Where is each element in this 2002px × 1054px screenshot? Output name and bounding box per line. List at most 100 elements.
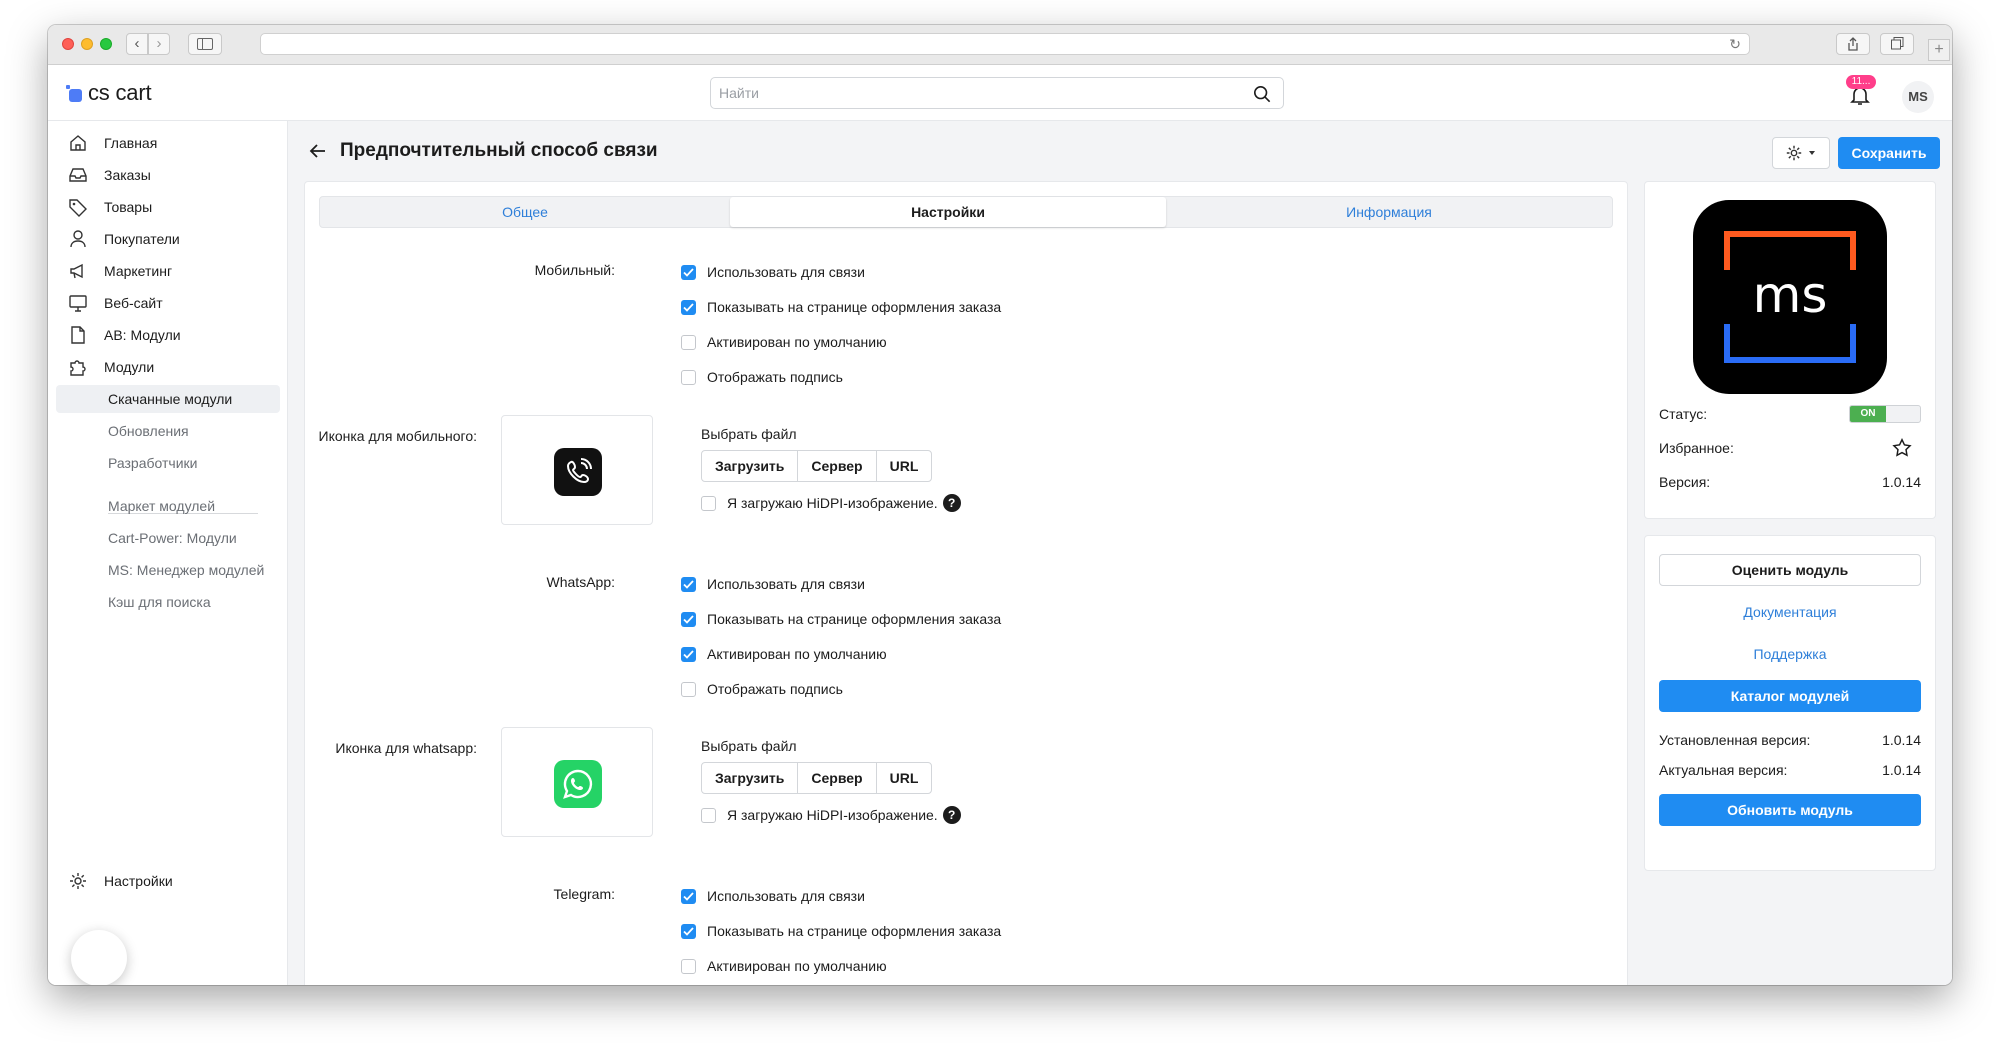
browser-back-button[interactable]: ‹ <box>126 33 148 55</box>
app-header: cs cart 11... MS <box>48 65 1952 121</box>
sidebar-item-modules[interactable]: Модули <box>56 353 280 381</box>
tab-general[interactable]: Общее <box>320 197 730 227</box>
arrow-left-icon[interactable] <box>308 141 328 161</box>
checkmark-icon <box>683 302 694 312</box>
whatsapp-icon-label: Иконка для whatsapp: <box>335 740 477 756</box>
checkbox-unchecked[interactable] <box>681 369 696 385</box>
browser-forward-button[interactable]: › <box>148 33 170 55</box>
whatsapp-upload-buttons: Загрузить Сервер URL <box>701 762 933 794</box>
sidebar-item-settings[interactable]: Настройки <box>56 867 280 895</box>
share-button[interactable] <box>1836 33 1870 55</box>
checkbox-checked[interactable] <box>681 264 696 280</box>
checkbox-checked[interactable] <box>681 611 696 627</box>
telegram-label: Telegram: <box>553 886 615 902</box>
sidebar-item-customers[interactable]: Покупатели <box>56 225 280 253</box>
mobile-hidpi-option[interactable]: Я загружаю HiDPI-изображение. ? <box>701 493 961 513</box>
browser-toolbar: ‹ › ↻ + <box>48 25 1952 65</box>
checkbox-unchecked[interactable] <box>681 958 696 974</box>
sidebar-subitem-cart-power[interactable]: Cart-Power: Модули <box>56 524 280 552</box>
sidebar-item-website[interactable]: Веб-сайт <box>56 289 280 317</box>
sidebar-subitem-ms-manager[interactable]: MS: Менеджер модулей <box>56 556 280 584</box>
upload-button[interactable]: Загрузить <box>702 451 799 481</box>
url-button[interactable]: URL <box>877 763 932 793</box>
search-icon[interactable] <box>1253 85 1271 103</box>
checkbox-unchecked[interactable] <box>681 681 696 697</box>
whatsapp-default-option[interactable]: Активирован по умолчанию <box>681 644 887 664</box>
checkbox-checked[interactable] <box>681 646 696 662</box>
page-header: Предпочтительный способ связи <box>308 139 658 163</box>
checkbox-checked[interactable] <box>681 576 696 592</box>
caret-down-icon <box>1809 151 1815 155</box>
checkbox-unchecked[interactable] <box>701 495 716 511</box>
minimize-window-button[interactable] <box>81 38 93 50</box>
new-tab-button[interactable]: + <box>1928 39 1950 61</box>
whatsapp-checkout-option[interactable]: Показывать на странице оформления заказа <box>681 609 1001 629</box>
mobile-use-option[interactable]: Использовать для связи <box>681 262 865 282</box>
checkmark-icon <box>683 649 694 659</box>
sidebar-subitem-updates[interactable]: Обновления <box>56 417 280 445</box>
server-button[interactable]: Сервер <box>798 763 877 793</box>
mobile-checkout-option[interactable]: Показывать на странице оформления заказа <box>681 297 1001 317</box>
save-button[interactable]: Сохранить <box>1838 137 1940 169</box>
checkbox-unchecked[interactable] <box>681 334 696 350</box>
checkmark-icon <box>683 579 694 589</box>
maximize-window-button[interactable] <box>100 38 112 50</box>
help-icon[interactable]: ? <box>942 494 961 512</box>
tabs-overview-button[interactable] <box>1880 33 1914 55</box>
address-bar[interactable]: ↻ <box>260 33 1750 55</box>
sidebar-item-home[interactable]: Главная <box>56 129 280 157</box>
document-icon <box>68 325 88 345</box>
favorite-label: Избранное: <box>1659 440 1734 456</box>
mobile-caption-option[interactable]: Отображать подпись <box>681 367 843 387</box>
whatsapp-caption-option[interactable]: Отображать подпись <box>681 679 843 699</box>
sidebar-item-products[interactable]: Товары <box>56 193 280 221</box>
sidebar-item-marketing[interactable]: Маркетинг <box>56 257 280 285</box>
module-catalog-button[interactable]: Каталог модулей <box>1659 680 1921 712</box>
settings-dropdown-button[interactable] <box>1772 137 1830 169</box>
close-window-button[interactable] <box>62 38 74 50</box>
server-button[interactable]: Сервер <box>798 451 877 481</box>
whatsapp-hidpi-option[interactable]: Я загружаю HiDPI-изображение. ? <box>701 805 961 825</box>
checkbox-unchecked[interactable] <box>701 807 716 823</box>
search-input[interactable] <box>711 78 1231 108</box>
sidebar-subitem-marketplace[interactable]: Маркет модулей <box>56 492 280 520</box>
avatar[interactable]: MS <box>1902 81 1934 113</box>
rate-module-button[interactable]: Оценить модуль <box>1659 554 1921 586</box>
checkbox-checked[interactable] <box>681 923 696 939</box>
cs-cart-logo[interactable]: cs cart <box>66 80 152 105</box>
tab-information[interactable]: Информация <box>1166 197 1612 227</box>
telegram-use-option[interactable]: Использовать для связи <box>681 886 865 906</box>
tabs-bar: Общее Настройки Информация <box>319 196 1613 228</box>
mobile-default-option[interactable]: Активирован по умолчанию <box>681 332 887 352</box>
sidebar-item-orders[interactable]: Заказы <box>56 161 280 189</box>
help-icon[interactable]: ? <box>942 806 961 824</box>
whatsapp-label: WhatsApp: <box>546 574 615 590</box>
status-toggle[interactable]: ON <box>1849 405 1921 423</box>
support-link[interactable]: Поддержка <box>1659 646 1921 662</box>
reload-icon[interactable]: ↻ <box>1729 36 1741 53</box>
checkbox-checked[interactable] <box>681 299 696 315</box>
sidebar-subitem-search-cache[interactable]: Кэш для поиска <box>56 588 280 616</box>
tabs-icon <box>1890 37 1903 50</box>
sidebar-subitem-label: Обновления <box>108 423 189 439</box>
upload-button[interactable]: Загрузить <box>702 763 799 793</box>
settings-panel: Общее Настройки Информация Мобильный: Ис… <box>304 181 1628 985</box>
option-label: Использовать для связи <box>707 888 865 904</box>
floating-action-button[interactable] <box>71 930 127 985</box>
sidebar-item-ab-modules[interactable]: AB: Модули <box>56 321 280 349</box>
telegram-checkout-option[interactable]: Показывать на странице оформления заказа <box>681 921 1001 941</box>
sidebar-subitem-downloaded-modules[interactable]: Скачанные модули <box>56 385 280 413</box>
telegram-default-option[interactable]: Активирован по умолчанию <box>681 956 887 976</box>
url-button[interactable]: URL <box>877 451 932 481</box>
sidebar-toggle-button[interactable] <box>188 33 222 55</box>
sidebar-subitem-developers[interactable]: Разработчики <box>56 449 280 477</box>
sidebar-item-label: Покупатели <box>104 231 180 247</box>
checkbox-checked[interactable] <box>681 888 696 904</box>
star-icon[interactable] <box>1891 437 1913 459</box>
tab-settings[interactable]: Настройки <box>730 197 1166 227</box>
documentation-link[interactable]: Документация <box>1659 604 1921 620</box>
notifications-badge[interactable]: 11... <box>1846 75 1876 89</box>
update-module-button[interactable]: Обновить модуль <box>1659 794 1921 826</box>
option-label: Использовать для связи <box>707 576 865 592</box>
whatsapp-use-option[interactable]: Использовать для связи <box>681 574 865 594</box>
